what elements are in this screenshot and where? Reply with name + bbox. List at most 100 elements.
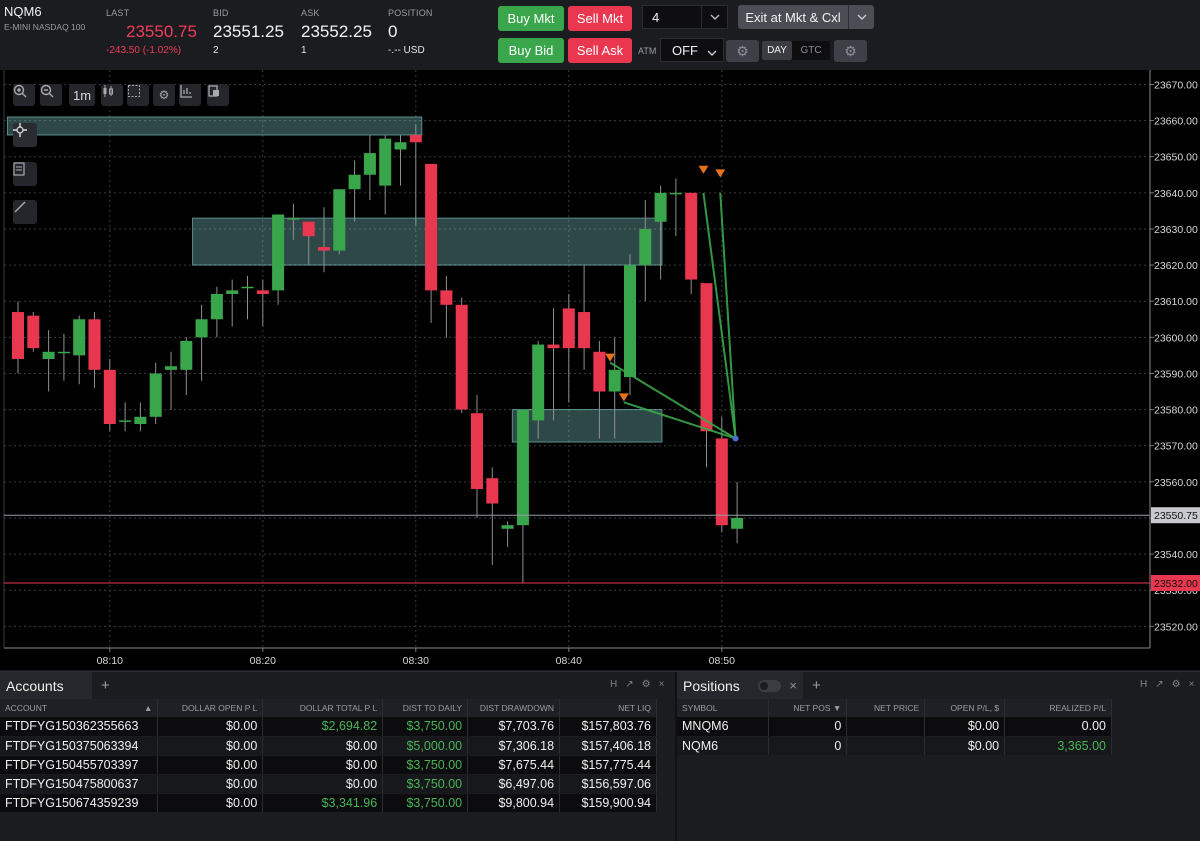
candlestick-chart-svg[interactable]: 23670.00 23660.00 23650.00 23640.00 23630.00…: [0, 70, 1200, 670]
cell-dollar-total-pl: $3,341.96: [262, 793, 384, 813]
y-tick-label: 23670.00: [1154, 79, 1198, 91]
add-tab-icon[interactable]: +: [92, 677, 119, 694]
last-label: LAST: [106, 8, 130, 18]
add-tab-icon[interactable]: +: [803, 677, 830, 694]
col-account[interactable]: ACCOUNT ▲: [0, 699, 159, 717]
candle-down: [12, 312, 24, 359]
sell-ask-button[interactable]: Sell Ask: [568, 38, 632, 63]
atm-settings-button[interactable]: ⚙: [726, 40, 759, 62]
draw-line-icon[interactable]: [13, 200, 37, 224]
gear-icon[interactable]: ⚙: [1172, 679, 1181, 690]
candle-up: [363, 153, 376, 175]
candle-up: [532, 344, 545, 421]
candlestick-type-icon[interactable]: [101, 84, 123, 106]
symbol-name[interactable]: NQM6: [4, 4, 85, 19]
cell-open-pl: $0.00: [924, 717, 1006, 737]
y-tick-label: 23600.00: [1154, 332, 1198, 344]
table-row[interactable]: MNQM6 0 $0.00 0.00: [677, 717, 1112, 737]
chevron-down-icon[interactable]: [707, 44, 717, 59]
template-icon[interactable]: [207, 84, 229, 106]
col-dist-drawdown[interactable]: DIST DRAWDOWN: [467, 699, 561, 717]
accounts-table: ACCOUNT ▲ DOLLAR OPEN P L DOLLAR TOTAL P…: [0, 699, 657, 813]
tab-positions-label[interactable]: Positions: [683, 678, 740, 694]
positions-tabbar: Positions × +: [677, 672, 830, 699]
candle-down: [685, 192, 698, 280]
table-row[interactable]: FTDFYG150455703397 $0.00 $0.00 $3,750.00 $7,…: [0, 755, 657, 775]
chevron-down-icon[interactable]: [848, 5, 874, 29]
tif-day-option[interactable]: DAY: [762, 41, 792, 60]
gear-icon: ⚙: [844, 42, 857, 59]
bid-quote: BID 23551.25 2: [213, 8, 284, 56]
positions-table-body: MNQM6 0 $0.00 0.00 NQM6 0 $0.00 3,365.00: [677, 717, 1112, 756]
close-icon[interactable]: ×: [659, 679, 665, 690]
exit-label[interactable]: Exit at Mkt & Cxl: [738, 5, 848, 29]
candle-up: [654, 192, 667, 222]
atm-label: ATM: [638, 46, 657, 56]
interval-button[interactable]: 1m: [69, 84, 95, 106]
candle-down: [318, 247, 330, 251]
quantity-value[interactable]: 4: [643, 10, 701, 25]
col-dollar-open-pl[interactable]: DOLLAR OPEN P L: [157, 699, 264, 717]
zoom-in-icon[interactable]: [13, 84, 35, 106]
quantity-select[interactable]: 4: [642, 5, 728, 29]
table-row[interactable]: FTDFYG150362355663 $0.00 $2,694.82 $3,750.0…: [0, 717, 657, 737]
time-in-force-toggle[interactable]: DAY GTC: [762, 41, 830, 60]
hide-icon[interactable]: H: [1140, 679, 1147, 690]
notes-icon[interactable]: [13, 162, 37, 186]
cell-account: FTDFYG150375063394: [0, 736, 159, 756]
symbol-block[interactable]: NQM6 E-MINI NASDAQ 100: [4, 4, 85, 32]
buy-market-button[interactable]: Buy Mkt: [498, 6, 564, 31]
columns-toggle-icon[interactable]: [757, 679, 782, 692]
tab-positions[interactable]: Positions ×: [677, 672, 803, 699]
exit-at-market-button[interactable]: Exit at Mkt & Cxl: [738, 5, 874, 29]
chevron-down-icon[interactable]: [701, 6, 727, 28]
atm-value[interactable]: OFF: [672, 43, 698, 58]
popout-icon[interactable]: ↗: [625, 679, 633, 690]
tif-gtc-option[interactable]: GTC: [792, 41, 830, 60]
popout-icon[interactable]: ↗: [1155, 679, 1163, 690]
crosshair-icon[interactable]: [13, 123, 37, 147]
close-icon[interactable]: ×: [789, 678, 797, 693]
table-row[interactable]: FTDFYG150674359239 $0.00 $3,341.96 $3,750.0…: [0, 793, 657, 813]
col-net-price[interactable]: NET PRICE: [846, 699, 926, 717]
col-net-pos[interactable]: NET POS ▼: [768, 699, 848, 717]
cell-dist-to-daily: $5,000.00: [382, 736, 469, 756]
sell-market-button[interactable]: Sell Mkt: [568, 6, 632, 31]
candle-up: [165, 366, 177, 370]
table-row[interactable]: FTDFYG150375063394 $0.00 $0.00 $5,000.00 $7,…: [0, 736, 657, 756]
table-row[interactable]: NQM6 0 $0.00 3,365.00: [677, 736, 1112, 756]
cell-dist-drawdown: $7,675.44: [467, 755, 561, 775]
ask-size: 1: [301, 45, 307, 56]
cell-dollar-open-pl: $0.00: [157, 717, 264, 737]
gear-icon[interactable]: ⚙: [642, 679, 651, 690]
atm-select[interactable]: OFF: [660, 38, 724, 62]
candle-down: [455, 304, 468, 410]
symbol-description: E-MINI NASDAQ 100: [4, 22, 86, 32]
select-area-icon[interactable]: [127, 84, 149, 106]
col-symbol[interactable]: SYMBOL: [677, 699, 770, 717]
candle-up: [241, 286, 254, 289]
zoom-out-icon[interactable]: [40, 84, 62, 106]
buy-bid-button[interactable]: Buy Bid: [498, 38, 564, 63]
candle-down: [715, 438, 728, 526]
close-icon[interactable]: ×: [1189, 679, 1195, 690]
y-tick-label: 23590.00: [1154, 368, 1198, 380]
bid-price: 23551.25: [213, 22, 284, 41]
indicator-icon[interactable]: [179, 84, 201, 106]
candle-up: [42, 351, 55, 359]
col-dollar-total-pl[interactable]: DOLLAR TOTAL P L: [262, 699, 384, 717]
price-chart[interactable]: 23670.00 23660.00 23650.00 23640.00 23630.00…: [0, 70, 1200, 670]
cell-dist-drawdown: $7,703.76: [467, 717, 561, 737]
hide-icon[interactable]: H: [610, 679, 617, 690]
col-net-liq[interactable]: NET LIQ: [559, 699, 657, 717]
cell-dist-to-daily: $3,750.00: [382, 717, 469, 737]
candle-up: [57, 351, 70, 354]
col-realized-pl[interactable]: REALIZED P/L: [1004, 699, 1112, 717]
col-dist-to-daily[interactable]: DIST TO DAILY: [382, 699, 469, 717]
tab-accounts[interactable]: Accounts: [0, 672, 92, 699]
table-row[interactable]: FTDFYG150475800637 $0.00 $0.00 $3,750.00 $6,…: [0, 774, 657, 794]
order-settings-button[interactable]: ⚙: [834, 40, 867, 62]
cell-dist-drawdown: $9,800.94: [467, 793, 561, 813]
col-open-pl[interactable]: OPEN P/L, $: [924, 699, 1006, 717]
gear-icon[interactable]: ⚙: [153, 84, 175, 106]
